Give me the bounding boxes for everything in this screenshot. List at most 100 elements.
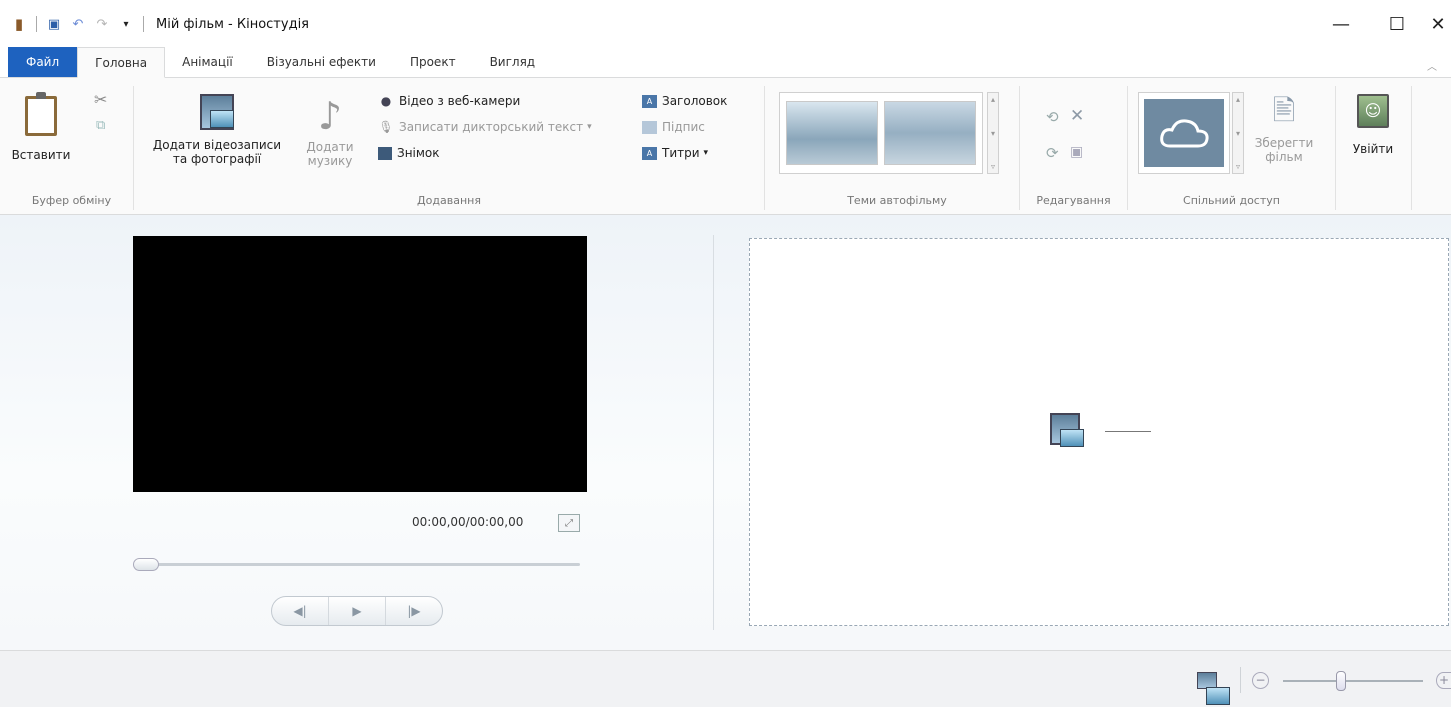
onedrive-share-button[interactable]	[1144, 99, 1224, 167]
credits-button[interactable]: A Титри ▾	[642, 142, 708, 164]
add-videos-photos-icon	[200, 94, 234, 130]
webcam-icon: ●	[380, 94, 392, 108]
editing-group: ⟲ ✕ ⟳ ▣ Редагування	[1020, 86, 1128, 210]
paste-button[interactable]: Вставити	[12, 92, 70, 162]
clipboard-group-label: Буфер обміну	[31, 194, 112, 207]
scroll-down-icon[interactable]: ▾	[1236, 129, 1240, 138]
add-music-button[interactable]: ♪ Додати музику	[294, 94, 366, 168]
rotate-left-icon[interactable]: ⟲	[1046, 108, 1059, 126]
title-label: Заголовок	[662, 94, 728, 108]
scroll-up-icon[interactable]: ▴	[1236, 95, 1240, 104]
webcam-video-button[interactable]: ● Відео з веб-камери	[378, 90, 521, 112]
add-media-icon[interactable]	[1050, 413, 1086, 449]
themes-gallery-scroll[interactable]: ▴ ▾ ▿	[987, 92, 999, 174]
undo-icon[interactable]: ↶	[69, 15, 87, 33]
zoom-in-button[interactable]: +	[1436, 672, 1451, 689]
status-bar: − +	[0, 650, 1451, 707]
chevron-down-icon: ▾	[703, 148, 709, 158]
collapse-ribbon-icon[interactable]: ︿	[1427, 58, 1437, 73]
more-share-icon[interactable]: ▿	[1236, 162, 1240, 171]
user-icon: ☺	[1357, 94, 1389, 128]
thumbnail-film-icon	[1197, 672, 1230, 705]
ribbon-tabs: Файл Головна Анімації Візуальні ефекти П…	[0, 47, 1451, 78]
play-button[interactable]: ▶	[329, 597, 386, 625]
more-themes-icon[interactable]: ▿	[991, 162, 995, 171]
seek-thumb[interactable]	[133, 558, 159, 571]
add-videos-label-2: та фотографії	[172, 152, 262, 166]
qat-separator	[143, 16, 144, 32]
maximize-button[interactable]: ☐	[1369, 0, 1425, 48]
record-narration-button[interactable]: 🎙 Записати дикторський текст ▾	[378, 116, 592, 138]
preview-pane: 00:00,00/00:00,00 ⤢ ◀| ▶ |▶	[0, 215, 713, 650]
pane-splitter[interactable]	[713, 235, 714, 630]
signin-label: Увійти	[1352, 142, 1394, 156]
delete-icon[interactable]: ✕	[1070, 106, 1084, 126]
zoom-out-button[interactable]: −	[1252, 672, 1269, 689]
copy-icon[interactable]: ⧉	[96, 118, 105, 133]
thumbnail-size-icon[interactable]	[1197, 672, 1230, 705]
previous-frame-button[interactable]: ◀|	[272, 597, 329, 625]
storyboard-area[interactable]	[749, 238, 1449, 626]
playback-controls: ◀| ▶ |▶	[271, 596, 443, 626]
rotate-right-icon[interactable]: ⟳	[1046, 144, 1059, 162]
next-frame-button[interactable]: |▶	[386, 597, 442, 625]
app-icon[interactable]: ▮	[10, 15, 28, 33]
theme-thumbnail-1[interactable]	[786, 101, 878, 165]
share-gallery-scroll[interactable]: ▴ ▾ ▿	[1232, 92, 1244, 174]
title-button[interactable]: A Заголовок	[642, 90, 727, 112]
tab-view[interactable]: Вигляд	[473, 47, 553, 77]
clipboard-icon	[25, 92, 57, 136]
share-group: ▴ ▾ ▿ 🖹 Зберегти фільм Спільний доступ	[1128, 86, 1336, 210]
customize-qat-icon[interactable]: ▾	[117, 15, 135, 33]
tab-visual-effects[interactable]: Візуальні ефекти	[250, 47, 393, 77]
video-preview[interactable]	[133, 236, 587, 492]
qat-separator	[36, 16, 37, 32]
save-movie-button[interactable]: 🖹 Зберегти фільм	[1246, 92, 1322, 164]
signin-group: ☺ Увійти	[1336, 86, 1412, 210]
workspace: 00:00,00/00:00,00 ⤢ ◀| ▶ |▶	[0, 215, 1451, 650]
zoom-slider[interactable]	[1283, 680, 1423, 682]
close-button[interactable]: ✕	[1425, 0, 1451, 48]
select-all-icon[interactable]: ▣	[1070, 144, 1083, 160]
tab-file[interactable]: Файл	[8, 47, 78, 77]
tab-home[interactable]: Головна	[77, 47, 166, 78]
tab-project[interactable]: Проект	[393, 47, 473, 77]
film-photo-icon	[1050, 413, 1084, 447]
add-videos-photos-button[interactable]: Додати відеозаписи та фотографії	[142, 94, 292, 166]
scroll-down-icon[interactable]: ▾	[991, 129, 995, 138]
signin-button[interactable]: ☺ Увійти	[1344, 94, 1402, 156]
credits-icon: A	[642, 146, 657, 160]
theme-thumbnail-2[interactable]	[884, 101, 976, 165]
title-icon: A	[642, 94, 657, 108]
add-videos-label-1: Додати відеозаписи	[152, 138, 282, 152]
add-music-label-1: Додати	[306, 140, 354, 154]
webcam-label: Відео з веб-камери	[399, 94, 521, 108]
save-icon[interactable]: ▣	[45, 15, 63, 33]
status-separator	[1240, 667, 1241, 693]
title-bar: ▮ ▣ ↶ ↷ ▾ Мій фільм - Кіностудія — ☐ ✕	[0, 0, 1451, 48]
caption-button[interactable]: Підпис	[642, 116, 705, 138]
window-title: Мій фільм - Кіностудія	[156, 16, 309, 32]
clipboard-group: Вставити ✂ ⧉ Буфер обміну	[10, 86, 134, 210]
autofilm-themes-group: ▴ ▾ ▿ Теми автофільму	[775, 86, 1020, 210]
share-gallery	[1138, 92, 1230, 174]
microphone-icon: 🎙	[378, 120, 394, 134]
seek-bar[interactable]	[140, 563, 580, 566]
save-movie-label-2: фільм	[1265, 150, 1303, 164]
quick-access-toolbar: ▮ ▣ ↶ ↷ ▾ Мій фільм - Кіностудія	[0, 0, 309, 48]
redo-icon[interactable]: ↷	[93, 15, 111, 33]
add-music-label-2: музику	[307, 154, 353, 168]
zoom-slider-thumb[interactable]	[1336, 671, 1346, 691]
fullscreen-icon[interactable]: ⤢	[558, 514, 580, 532]
timecode: 00:00,00/00:00,00	[412, 515, 524, 529]
storyboard-placeholder-line	[1105, 431, 1151, 432]
tab-animations[interactable]: Анімації	[165, 47, 250, 77]
credits-label: Титри	[662, 146, 700, 160]
window-controls: — ☐ ✕	[1313, 0, 1451, 48]
chevron-down-icon: ▾	[587, 122, 592, 132]
scroll-up-icon[interactable]: ▴	[991, 95, 995, 104]
cut-icon[interactable]: ✂	[94, 90, 107, 109]
minimize-button[interactable]: —	[1313, 0, 1369, 48]
snapshot-button[interactable]: Знімок	[378, 142, 440, 164]
paste-label: Вставити	[11, 148, 71, 162]
